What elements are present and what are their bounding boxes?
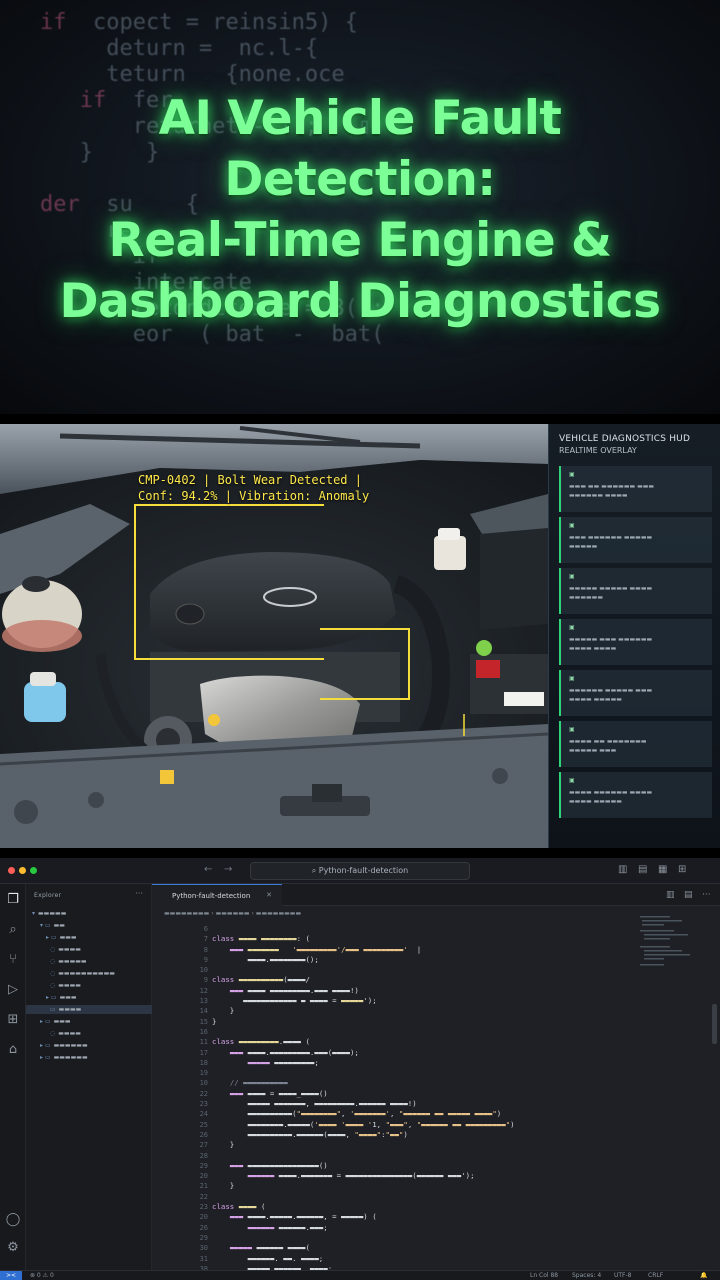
- search-box-label: Python-fault-detection: [318, 866, 409, 875]
- hud-card[interactable]: ▬▬▬▬ ▬▬▬▬▬▬ ▬▬▬▬▬▬▬▬ ▬▬▬▬▬: [559, 772, 712, 818]
- tree-folder[interactable]: ▸ ▭ ▬▬▬: [40, 1018, 71, 1025]
- editor-actions-icon[interactable]: ▤: [684, 890, 693, 900]
- tree-file[interactable]: ◌ ▬▬▬▬: [50, 946, 81, 953]
- more-actions-icon[interactable]: ···: [135, 889, 143, 898]
- remote-indicator[interactable]: ><: [0, 1271, 22, 1280]
- hud-title: VEHICLE DIAGNOSTICS HUD: [559, 434, 691, 444]
- split-editor-icon[interactable]: ▥: [666, 890, 675, 900]
- source-control-icon[interactable]: ⑂: [5, 952, 21, 968]
- section-divider: [0, 848, 720, 858]
- hud-card[interactable]: ▬▬▬ ▬▬▬▬▬▬ ▬▬▬▬▬▬▬▬▬▬: [559, 517, 712, 563]
- hud-card[interactable]: ▬▬▬▬▬ ▬▬▬ ▬▬▬▬▬▬▬▬▬▬ ▬▬▬▬: [559, 619, 712, 665]
- tree-file[interactable]: ◌ ▬▬▬▬▬▬▬▬▬▬: [50, 970, 115, 977]
- title-line-4: Dashboard Diagnostics: [59, 274, 661, 329]
- extensions-icon[interactable]: ⊞: [5, 1012, 21, 1028]
- gear-icon[interactable]: ⚙: [5, 1240, 21, 1256]
- layout-icon[interactable]: ⊞: [678, 864, 686, 875]
- close-window-button[interactable]: [8, 867, 15, 874]
- status-cursor-position[interactable]: Ln Col 88: [530, 1272, 558, 1279]
- title-line-3: Real-Time Engine &: [108, 213, 612, 268]
- video-title: AI Vehicle Fault Detection: Real-Time En…: [0, 88, 720, 332]
- editor-tab-bar: Python-fault-detection ✕ ▥ ▤ ···: [152, 884, 720, 906]
- hud-card[interactable]: ▬▬▬ ▬▬ ▬▬▬▬▬▬ ▬▬▬▬▬▬▬▬▬ ▬▬▬▬: [559, 466, 712, 512]
- title-banner: if copect = reinsin5) { deturn = nc.l-{ …: [0, 0, 720, 414]
- detection-label-line-1: CMP-0402 | Bolt Wear Detected |: [138, 473, 362, 487]
- activity-bar: ❐ ⌕ ⑂ ▷ ⊞ ⌂ ◯ ⚙: [0, 884, 26, 1270]
- minimap[interactable]: [636, 914, 692, 1034]
- explorer-sidebar: Explorer ··· ▾ ▬▬▬▬▬ ▾ ▭ ▬▬ ▸ ▭ ▬▬▬ ◌ ▬▬▬▬ ◌…: [26, 884, 152, 1270]
- title-line-2: Detection:: [224, 152, 496, 207]
- tree-folder[interactable]: ▾ ▬▬▬▬▬: [32, 910, 66, 917]
- hud-card[interactable]: ▬▬▬▬▬ ▬▬▬▬▬ ▬▬▬▬▬▬▬▬▬▬: [559, 568, 712, 614]
- status-encoding[interactable]: UTF-8: [614, 1272, 632, 1279]
- tree-folder[interactable]: ▸ ▭ ▬▬▬: [46, 994, 77, 1001]
- status-indentation[interactable]: Spaces: 4: [572, 1272, 601, 1279]
- fault-detection-box-primary: [134, 504, 324, 660]
- code-editor-window: ← → ⌕ Python-fault-detection ▥ ▤ ▦ ⊞ ❐ ⌕…: [0, 858, 720, 1280]
- tree-file-selected[interactable]: ▭ ▬▬▬▬: [26, 1005, 152, 1014]
- command-search-box[interactable]: ⌕ Python-fault-detection: [250, 862, 470, 880]
- close-tab-icon[interactable]: ✕: [266, 891, 272, 899]
- tree-file[interactable]: ◌ ▬▬▬▬: [50, 982, 81, 989]
- notifications-bell-icon[interactable]: 🔔: [700, 1272, 707, 1279]
- toggle-sidebar-icon[interactable]: ▥: [618, 864, 627, 875]
- forward-arrow-icon[interactable]: →: [224, 864, 232, 875]
- back-arrow-icon[interactable]: ←: [204, 864, 212, 875]
- hud-card[interactable]: ▬▬▬▬ ▬▬ ▬▬▬▬▬▬▬▬▬▬▬▬ ▬▬▬: [559, 721, 712, 767]
- hud-card[interactable]: ▬▬▬▬▬▬ ▬▬▬▬▬ ▬▬▬▬▬▬▬ ▬▬▬▬▬: [559, 670, 712, 716]
- minimize-window-button[interactable]: [19, 867, 26, 874]
- toggle-panel-icon[interactable]: ▤: [638, 864, 647, 875]
- tab-label: Python-fault-detection: [172, 892, 251, 900]
- problems-indicator[interactable]: ⊗ 0 ⚠ 0: [30, 1272, 54, 1279]
- editor-area: Python-fault-detection ✕ ▥ ▤ ··· ▬▬▬▬▬▬▬…: [152, 884, 720, 1280]
- more-actions-icon[interactable]: ···: [702, 890, 711, 900]
- hud-subtitle: REALTIME OVERLAY: [559, 446, 637, 455]
- line-number-gutter: 6 7 8 9 10 9 12 13 14 15 16 11 17 18 19 10 22 23 24 25 26 27 2…: [199, 925, 208, 1280]
- toggle-secondary-sidebar-icon[interactable]: ▦: [658, 864, 667, 875]
- window-titlebar: ← → ⌕ Python-fault-detection ▥ ▤ ▦ ⊞: [0, 858, 720, 884]
- explorer-icon[interactable]: ❐: [5, 892, 21, 908]
- explorer-heading: Explorer: [34, 892, 62, 899]
- diagnostics-hud-panel: VEHICLE DIAGNOSTICS HUD REALTIME OVERLAY…: [548, 424, 720, 848]
- fault-detection-box-secondary: [320, 628, 410, 700]
- tree-file[interactable]: ◌ ▬▬▬▬: [50, 1030, 81, 1037]
- detection-label-line-2: Conf: 94.2% | Vibration: Anomaly: [138, 489, 370, 503]
- remote-explorer-icon[interactable]: ⌂: [5, 1042, 21, 1058]
- run-debug-icon[interactable]: ▷: [5, 982, 21, 998]
- search-icon: ⌕: [311, 866, 319, 875]
- tree-folder[interactable]: ▾ ▭ ▬▬: [40, 922, 65, 929]
- maximize-window-button[interactable]: [30, 867, 37, 874]
- section-divider: [0, 414, 720, 424]
- tree-folder[interactable]: ▸ ▭ ▬▬▬▬▬▬: [40, 1054, 88, 1061]
- tree-folder[interactable]: ▸ ▭ ▬▬▬▬▬▬: [40, 1042, 88, 1049]
- code-content[interactable]: class ▬▬▬▬ ▬▬▬▬▬▬▬▬: ( ▬▬▬ ▬▬▬▬▬▬▬ '▬▬▬▬…: [212, 924, 632, 1280]
- tree-file[interactable]: ◌ ▬▬▬▬▬: [50, 958, 87, 965]
- status-bar: >< ⊗ 0 ⚠ 0 Ln Col 88 Spaces: 4 UTF-8 CRL…: [0, 1270, 720, 1280]
- search-icon[interactable]: ⌕: [5, 922, 21, 938]
- editor-scrollbar[interactable]: [712, 1004, 717, 1044]
- breadcrumb[interactable]: ▬▬▬▬▬▬▬▬ › ▬▬▬▬▬▬ › ▬▬▬▬▬▬▬▬: [164, 910, 301, 917]
- account-icon[interactable]: ◯: [5, 1212, 21, 1228]
- fault-detection-label: CMP-0402 | Bolt Wear Detected | Conf: 94…: [138, 472, 374, 504]
- status-line-ending[interactable]: CRLF: [648, 1272, 663, 1279]
- editor-tab-active[interactable]: Python-fault-detection ✕: [152, 884, 282, 906]
- title-line-1: AI Vehicle Fault: [158, 91, 562, 146]
- tree-folder[interactable]: ▸ ▭ ▬▬▬: [46, 934, 77, 941]
